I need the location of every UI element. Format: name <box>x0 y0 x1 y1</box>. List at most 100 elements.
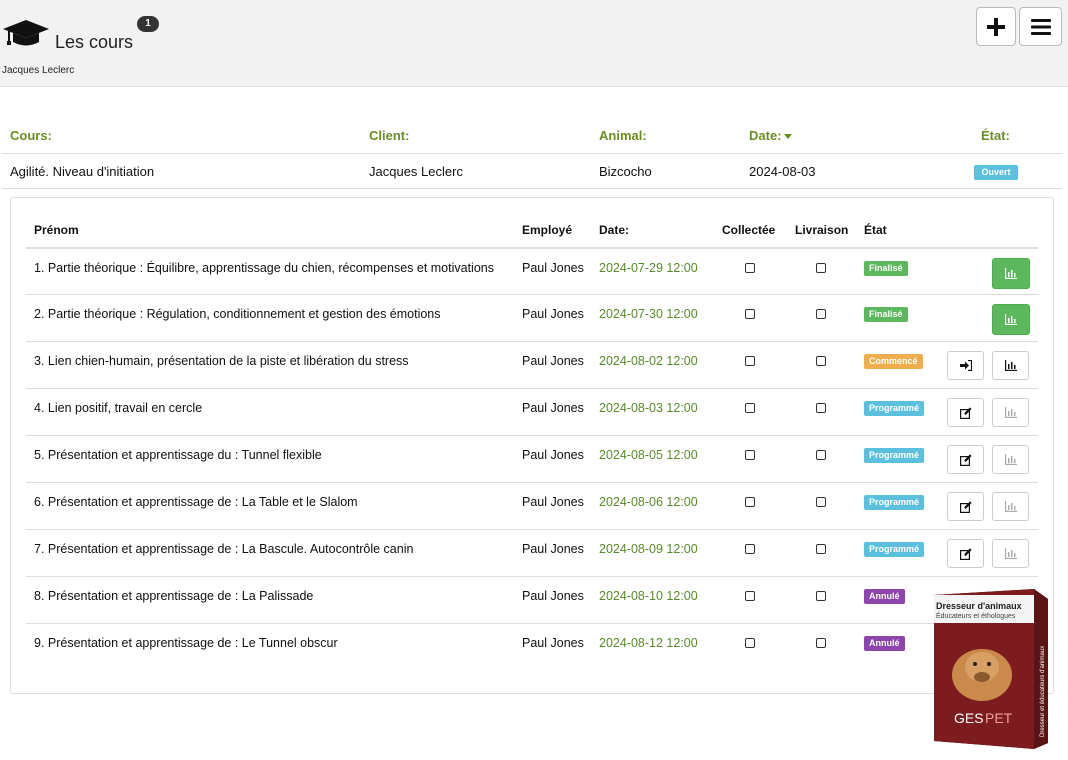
collected-checkbox[interactable] <box>745 591 755 601</box>
delivery-checkbox[interactable] <box>816 403 826 413</box>
table-row: 6. Présentation et apprentissage de : La… <box>26 482 1038 529</box>
col-header-client: Client: <box>369 128 410 143</box>
session-name: 9. Présentation et apprentissage de : Le… <box>34 636 338 650</box>
edit-icon <box>959 500 972 513</box>
collected-checkbox[interactable] <box>745 403 755 413</box>
sessions-header-delivery: Livraison <box>795 223 849 237</box>
menu-button[interactable] <box>1019 7 1062 46</box>
page-subtitle: Jacques Leclerc <box>2 65 75 76</box>
bar-chart-icon <box>1004 548 1017 559</box>
bar-chart-icon <box>1004 454 1017 465</box>
session-employee: Paul Jones <box>522 354 584 368</box>
session-status-badge: Annulé <box>864 589 905 604</box>
session-employee: Paul Jones <box>522 401 584 415</box>
session-date: 2024-07-29 12:00 <box>599 261 698 275</box>
sessions-header-state: État <box>864 223 887 237</box>
status-badge: Ouvert <box>974 165 1018 180</box>
collected-checkbox[interactable] <box>745 263 755 273</box>
continue-button[interactable] <box>947 351 984 380</box>
course-date: 2024-08-03 <box>749 164 816 179</box>
col-header-course: Cours: <box>10 128 52 143</box>
table-row: 2. Partie théorique : Régulation, condit… <box>26 294 1038 341</box>
sort-caret-icon <box>783 134 792 140</box>
graduation-cap-icon <box>3 20 49 46</box>
table-row: 4. Lien positif, travail en cercle Paul J… <box>26 388 1038 435</box>
session-date: 2024-08-05 12:00 <box>599 448 698 462</box>
report-button[interactable] <box>992 258 1030 289</box>
product-title: Dresseur d'animaux <box>936 601 1022 611</box>
delivery-checkbox[interactable] <box>816 263 826 273</box>
header-divider <box>2 153 1062 154</box>
delivery-checkbox[interactable] <box>816 309 826 319</box>
table-row: 8. Présentation et apprentissage de : La… <box>26 576 1038 623</box>
page-title: Les cours <box>55 32 134 52</box>
report-button[interactable] <box>992 304 1030 335</box>
session-status-badge: Finalisé <box>864 307 908 322</box>
edit-icon <box>959 547 972 560</box>
session-status-badge: Programmé <box>864 542 925 557</box>
session-name: 5. Présentation et apprentissage du : Tu… <box>34 448 322 462</box>
session-status-badge: Programmé <box>864 448 925 463</box>
delivery-checkbox[interactable] <box>816 638 826 648</box>
session-date: 2024-08-02 12:00 <box>599 354 698 368</box>
table-row: 1. Partie théorique : Équilibre, apprent… <box>26 247 1038 294</box>
report-button[interactable] <box>992 351 1029 380</box>
collected-checkbox[interactable] <box>745 638 755 648</box>
bar-chart-icon <box>1004 501 1017 512</box>
col-header-state: État: <box>981 128 1010 143</box>
edit-button[interactable] <box>947 445 984 474</box>
delivery-checkbox[interactable] <box>816 356 826 366</box>
sessions-header-date: Date: <box>599 223 630 237</box>
delivery-checkbox[interactable] <box>816 591 826 601</box>
collected-checkbox[interactable] <box>745 497 755 507</box>
edit-button[interactable] <box>947 492 984 521</box>
edit-icon <box>959 453 972 466</box>
collected-checkbox[interactable] <box>745 544 755 554</box>
product-subtitle: Éducateurs et éthologues <box>936 611 1016 620</box>
edit-button[interactable] <box>947 539 984 568</box>
session-status-badge: Programmé <box>864 495 925 510</box>
table-row: 7. Présentation et apprentissage de : La… <box>26 529 1038 576</box>
delivery-checkbox[interactable] <box>816 450 826 460</box>
report-button[interactable] <box>992 398 1029 427</box>
product-brand-a: GES <box>954 710 984 726</box>
table-row: 5. Présentation et apprentissage du : Tu… <box>26 435 1038 482</box>
delivery-checkbox[interactable] <box>816 544 826 554</box>
session-name: 8. Présentation et apprentissage de : La… <box>34 589 314 603</box>
report-button[interactable] <box>992 539 1029 568</box>
session-date: 2024-08-12 12:00 <box>599 636 698 650</box>
session-name: 1. Partie théorique : Équilibre, apprent… <box>34 261 494 275</box>
bar-chart-icon <box>1004 407 1017 418</box>
page-header: Les cours 1 Jacques Leclerc <box>0 0 1068 87</box>
product-brand-b: PET <box>985 710 1013 726</box>
session-name: 2. Partie théorique : Régulation, condit… <box>34 307 441 321</box>
collected-checkbox[interactable] <box>745 450 755 460</box>
sessions-header-employee: Employé <box>522 223 573 237</box>
session-status-badge: Annulé <box>864 636 905 651</box>
sessions-header-name: Prénom <box>34 223 79 237</box>
add-button[interactable] <box>976 7 1016 46</box>
session-employee: Paul Jones <box>522 636 584 650</box>
bar-chart-icon <box>1005 268 1017 279</box>
table-row: 3. Lien chien-humain, présentation de la… <box>26 341 1038 388</box>
delivery-checkbox[interactable] <box>816 497 826 507</box>
col-header-date[interactable]: Date: <box>749 128 792 143</box>
report-button[interactable] <box>992 445 1029 474</box>
session-date: 2024-08-10 12:00 <box>599 589 698 603</box>
collected-checkbox[interactable] <box>745 309 755 319</box>
edit-button[interactable] <box>947 398 984 427</box>
session-status-badge: Finalisé <box>864 261 908 276</box>
report-button[interactable] <box>992 492 1029 521</box>
session-name: 6. Présentation et apprentissage de : La… <box>34 495 358 509</box>
session-employee: Paul Jones <box>522 448 584 462</box>
session-date: 2024-07-30 12:00 <box>599 307 698 321</box>
bar-chart-icon <box>1004 360 1017 371</box>
product-side-text: Dresseur et éducateurs d'animaux <box>1040 646 1046 737</box>
bar-chart-icon <box>1005 314 1017 325</box>
session-employee: Paul Jones <box>522 589 584 603</box>
collected-checkbox[interactable] <box>745 356 755 366</box>
product-box-image: Dresseur d'animaux Éducateurs et étholog… <box>934 589 1048 749</box>
plus-icon <box>987 17 1005 36</box>
sessions-header-collected: Collectée <box>722 223 776 237</box>
table-row: 9. Présentation et apprentissage de : Le… <box>26 623 1038 670</box>
